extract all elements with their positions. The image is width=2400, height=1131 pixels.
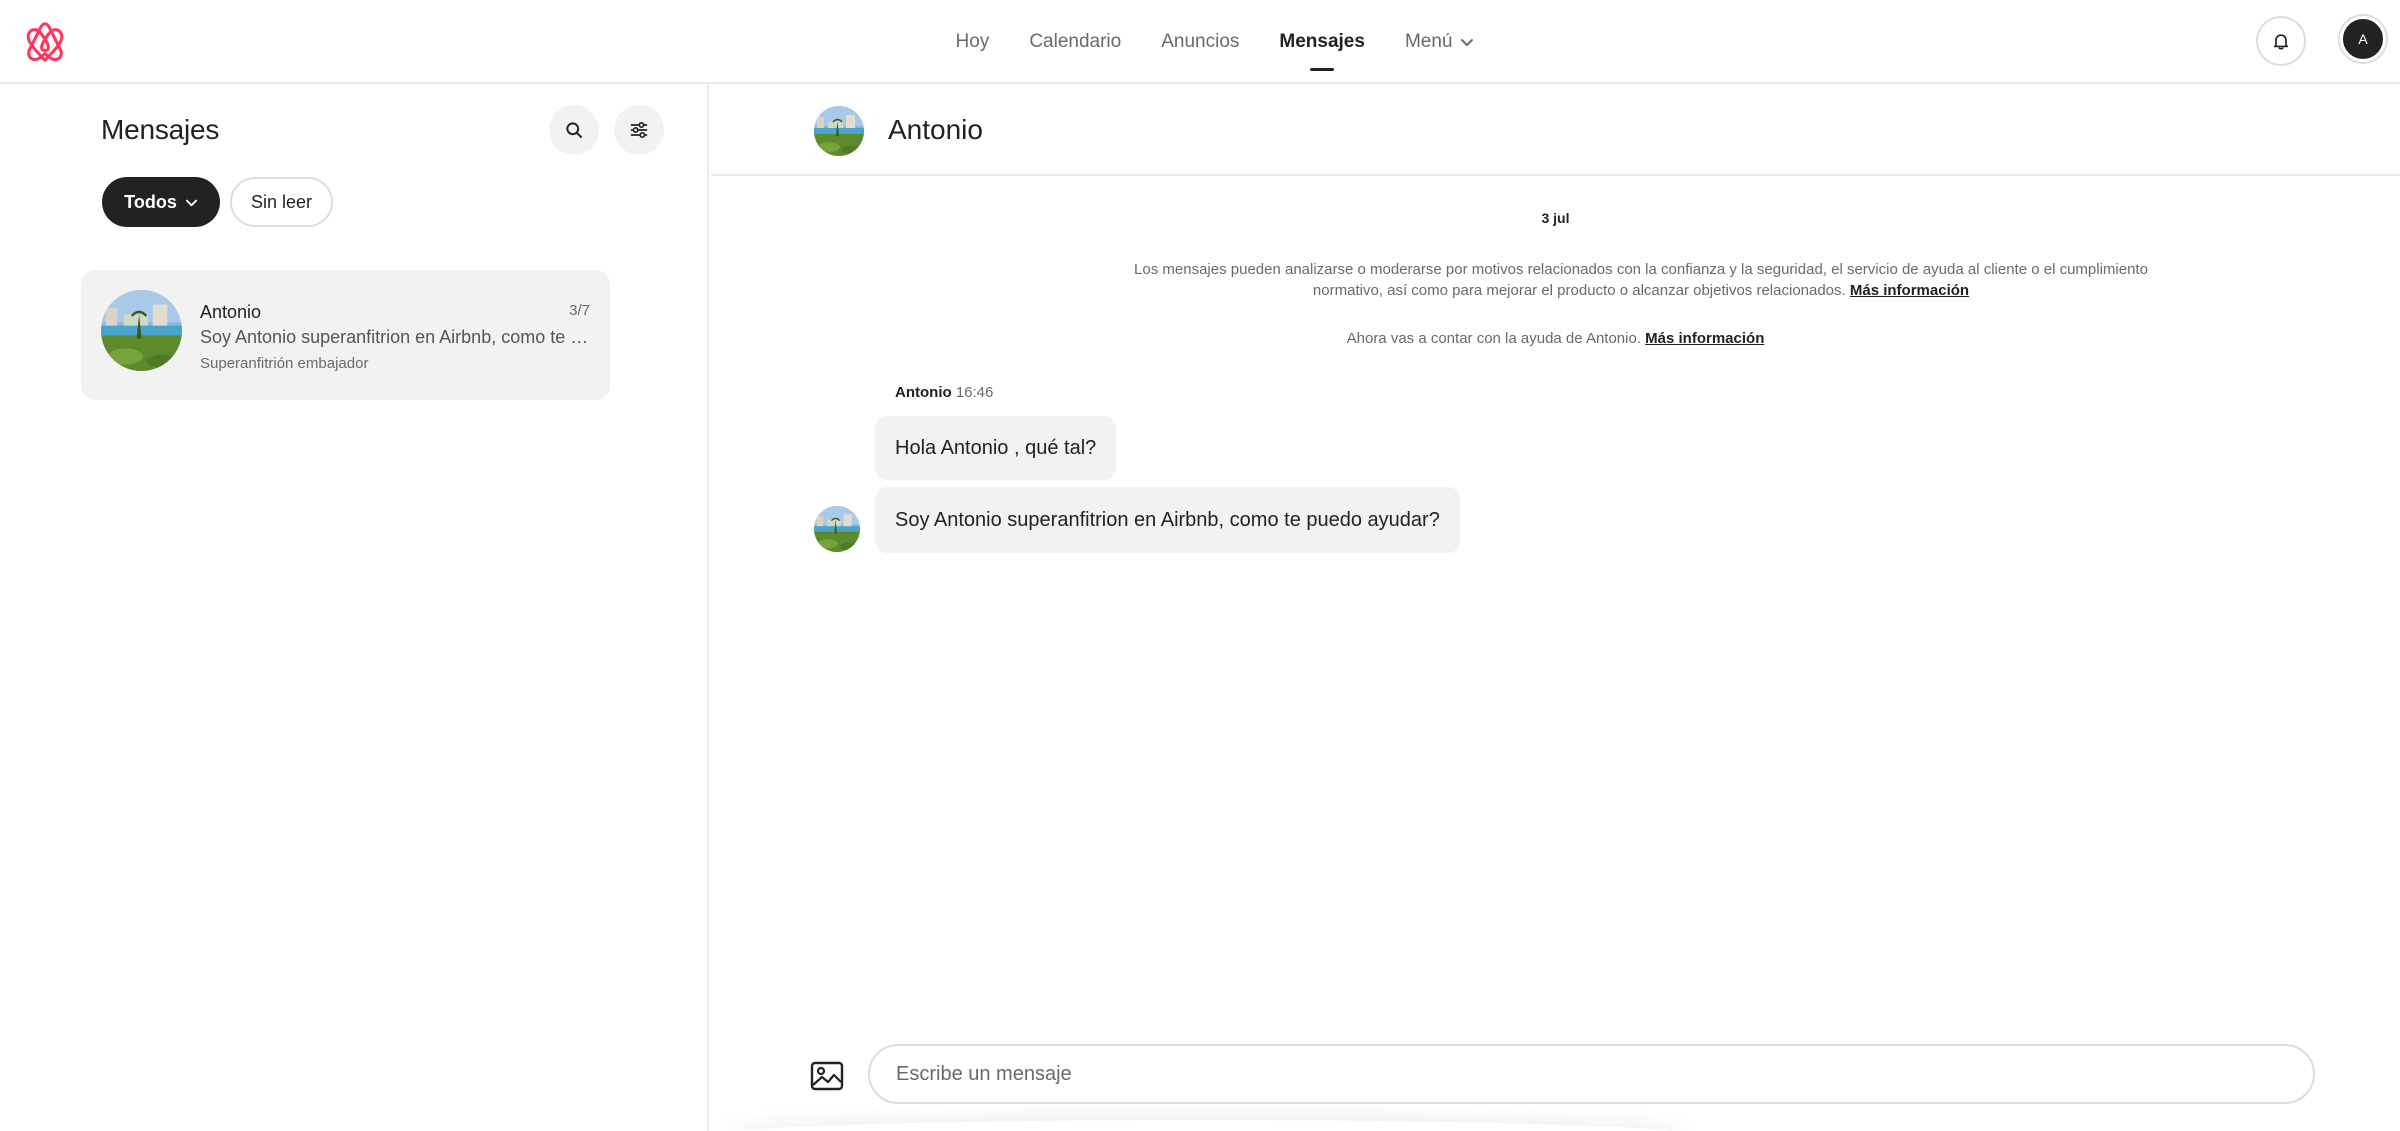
- conversation-preview: Soy Antonio superanfitrion en Airbnb, co…: [200, 327, 595, 347]
- avatar: [101, 290, 182, 371]
- avatar[interactable]: [814, 506, 860, 552]
- nav-calendario[interactable]: Calendario: [1029, 21, 1121, 63]
- top-header: Hoy Calendario Anuncios Mensajes Menú A: [0, 0, 2400, 84]
- filter-settings-button[interactable]: [614, 105, 664, 155]
- filter-all-label: Todos: [124, 191, 177, 212]
- search-button[interactable]: [549, 105, 599, 155]
- message-bubble: Soy Antonio superanfitrion en Airbnb, co…: [875, 487, 1460, 553]
- search-icon: [566, 122, 583, 139]
- message-text: Soy Antonio superanfitrion en Airbnb, co…: [895, 508, 1440, 531]
- nav-menu[interactable]: Menú: [1405, 21, 1475, 63]
- chat-header: Antonio: [711, 84, 2400, 176]
- chat-panel: Antonio 3 jul Los mensajes pueden analiz…: [711, 84, 2400, 1131]
- moderation-notice: Los mensajes pueden analizarse o moderar…: [1121, 259, 2161, 301]
- date-separator: 3 jul: [1541, 210, 1570, 226]
- nav-anuncios-label: Anuncios: [1161, 31, 1240, 52]
- conversation-subtitle: Superanfitrión embajador: [200, 355, 369, 372]
- nav-calendario-label: Calendario: [1029, 31, 1122, 52]
- notifications-button[interactable]: [2256, 16, 2306, 66]
- chat-contact-name[interactable]: Antonio: [888, 114, 983, 146]
- conversation-name: Antonio: [200, 302, 262, 322]
- filter-unread-label: Sin leer: [250, 191, 313, 212]
- conversation-item[interactable]: Antonio 3/7 Soy Antonio superanfitrion e…: [81, 270, 610, 400]
- filter-unread-button[interactable]: Sin leer: [230, 177, 333, 227]
- profile-avatar-button[interactable]: A: [2340, 16, 2386, 62]
- message-sender: Antonio: [895, 384, 952, 401]
- main-nav: Hoy Calendario Anuncios Mensajes Menú: [0, 0, 2400, 84]
- message-input[interactable]: [868, 1044, 2315, 1104]
- moderation-notice-text: Los mensajes pueden analizarse o moderar…: [1134, 261, 2148, 299]
- message-meta: Antonio 16:46: [895, 384, 993, 401]
- nav-hoy-label: Hoy: [955, 31, 990, 52]
- nav-anuncios[interactable]: Anuncios: [1161, 21, 1239, 63]
- message-text: Hola Antonio , qué tal?: [895, 436, 1097, 459]
- messages-title: Mensajes: [101, 114, 220, 145]
- bell-icon: [2273, 34, 2289, 50]
- filter-all-dropdown[interactable]: Todos: [102, 177, 220, 227]
- nav-menu-label: Menú: [1404, 31, 1453, 52]
- assistance-more-info-link[interactable]: Más información: [1645, 330, 1764, 347]
- conversations-panel: Mensajes Todos Sin leer Antonio 3/7 Soy …: [0, 84, 709, 1131]
- avatar[interactable]: [814, 106, 864, 156]
- conversation-date: 3/7: [569, 302, 590, 319]
- sliders-icon: [630, 122, 648, 138]
- airbnb-logo-icon[interactable]: [24, 20, 66, 64]
- chevron-down-icon: [185, 199, 197, 206]
- assistance-notice-text: Ahora vas a contar con la ayuda de Anton…: [1346, 330, 1641, 347]
- message-bubble: Hola Antonio , qué tal?: [875, 416, 1117, 480]
- image-icon: [810, 1061, 844, 1091]
- nav-hoy[interactable]: Hoy: [956, 21, 990, 63]
- nav-mensajes-label: Mensajes: [1279, 31, 1365, 52]
- attach-image-button[interactable]: [810, 1061, 844, 1091]
- assistance-notice: Ahora vas a contar con la ayuda de Anton…: [711, 330, 2400, 347]
- chevron-down-icon: [1461, 39, 1474, 46]
- avatar-initial: A: [2358, 31, 2368, 47]
- more-info-link[interactable]: Más información: [1850, 282, 1969, 299]
- nav-mensajes[interactable]: Mensajes: [1279, 21, 1365, 63]
- message-time: 16:46: [955, 384, 994, 401]
